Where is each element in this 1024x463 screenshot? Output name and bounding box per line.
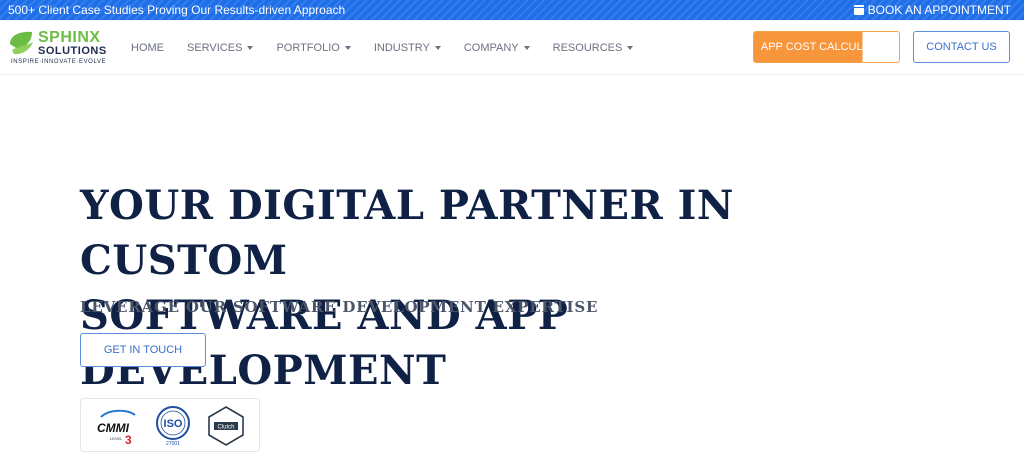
- site-header: SPHINX SOLUTIONS INSPIRE·INNOVATE·EVOLVE…: [0, 20, 1024, 75]
- hero-title-line1: YOUR DIGITAL PARTNER IN CUSTOM: [80, 182, 734, 284]
- calendar-icon: [853, 5, 864, 15]
- logo-name-line2: SOLUTIONS: [38, 45, 107, 57]
- iso-badge-icon: ISO 27001: [156, 406, 190, 447]
- caret-down-icon: [434, 45, 441, 50]
- certification-badges: CMMI LEVEL 3 ISO 27001 Clutch: [80, 398, 260, 452]
- nav-item-services[interactable]: SERVICES: [187, 41, 254, 54]
- nav-item-label: RESOURCES: [552, 41, 623, 54]
- nav-item-resources[interactable]: RESOURCES: [553, 42, 634, 54]
- nav-item-portfolio[interactable]: PORTFOLIO: [276, 41, 351, 54]
- nav-item-label: SERVICES: [187, 41, 243, 54]
- hero-subtitle: LEVERAGE OUR SOFTWARE DEVELOPMENT EXPERT…: [80, 298, 599, 316]
- caret-down-icon: [523, 45, 530, 50]
- site-logo[interactable]: SPHINX SOLUTIONS INSPIRE·INNOVATE·EVOLVE: [8, 28, 112, 68]
- book-appointment-label: BOOK AN APPOINTMENT: [867, 3, 1011, 17]
- promo-text[interactable]: 500+ Client Case Studies Proving Our Res…: [8, 0, 345, 20]
- logo-tagline: INSPIRE·INNOVATE·EVOLVE: [11, 59, 107, 65]
- clutch-badge-icon: Clutch: [208, 406, 244, 446]
- contact-us-button[interactable]: CONTACT US: [913, 31, 1010, 63]
- cmmi-badge-icon: CMMI LEVEL 3: [97, 409, 136, 447]
- main-nav: HOME SERVICES PORTFOLIO INDUSTRY COMPANY…: [131, 20, 656, 75]
- iso-text: ISO: [164, 418, 183, 430]
- promo-bar: 500+ Client Case Studies Proving Our Res…: [0, 0, 1024, 20]
- nav-item-label: PORTFOLIO: [276, 41, 340, 54]
- book-appointment-link[interactable]: BOOK AN APPOINTMENT: [853, 0, 1011, 20]
- caret-down-icon: [627, 45, 634, 50]
- hero-title: YOUR DIGITAL PARTNER IN CUSTOM SOFTWARE …: [80, 178, 940, 398]
- logo-leaf-icon: [10, 31, 33, 55]
- caret-down-icon: [247, 45, 254, 50]
- cmmi-level-label: LEVEL: [110, 436, 123, 441]
- nav-item-home[interactable]: HOME: [131, 42, 164, 54]
- caret-down-icon: [344, 45, 351, 50]
- nav-item-company[interactable]: COMPANY: [464, 42, 530, 54]
- iso-number: 27001: [166, 441, 180, 447]
- get-in-touch-button[interactable]: GET IN TOUCH: [80, 333, 206, 367]
- nav-item-label: INDUSTRY: [373, 41, 430, 54]
- cmmi-level: 3: [125, 433, 132, 447]
- nav-item-label: COMPANY: [463, 41, 519, 54]
- nav-item-label: HOME: [131, 41, 164, 54]
- nav-item-industry[interactable]: INDUSTRY: [374, 42, 441, 54]
- clutch-text: Clutch: [217, 425, 234, 431]
- app-cost-calculator-button[interactable]: APP COST CALCULATOR: [753, 31, 900, 63]
